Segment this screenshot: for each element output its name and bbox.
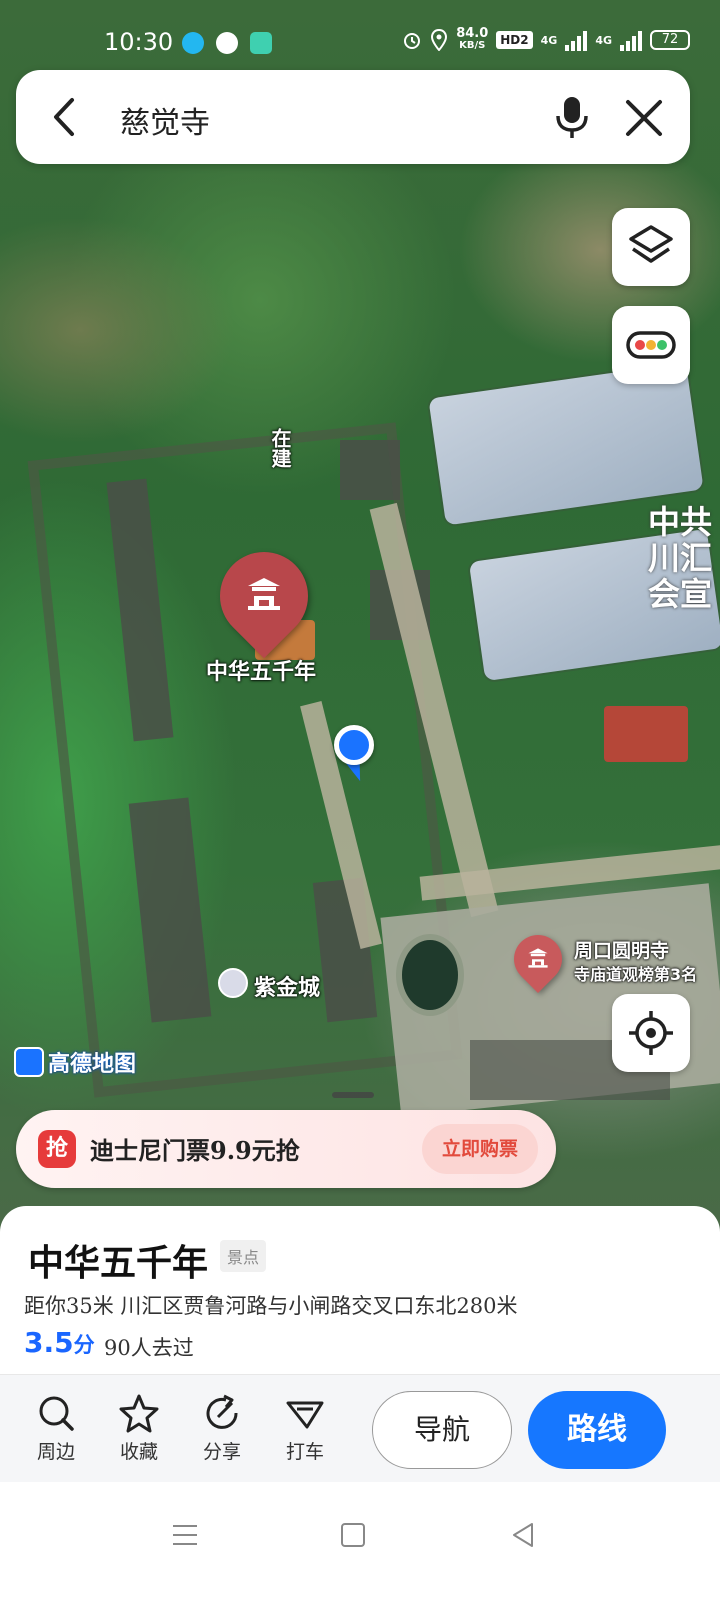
category-tag: 景点 (220, 1240, 267, 1272)
search-icon (39, 1396, 74, 1431)
battery-level: 72 (661, 32, 679, 47)
location-icon (431, 29, 448, 51)
back-arrow-icon[interactable] (44, 94, 88, 140)
rating-unit: 分 (73, 1333, 95, 1357)
visited-count: 90人去过 (104, 1336, 194, 1360)
taxi-icon (286, 1401, 324, 1429)
status-time: 10:30 (104, 28, 174, 56)
share-button[interactable]: 分享 (190, 1393, 254, 1464)
edge-label: 中共 川汇 会宣 (648, 504, 712, 612)
navigate-button[interactable]: 导航 (372, 1391, 512, 1469)
place-pin-secondary[interactable] (504, 925, 572, 993)
promo-badge: 抢 (38, 1130, 76, 1168)
traffic-icon (626, 331, 676, 359)
poi-small-marker[interactable] (218, 968, 248, 998)
star-icon (119, 1394, 159, 1433)
buy-ticket-button[interactable]: 立即购票 (422, 1124, 538, 1174)
wechat-icon (216, 32, 238, 54)
share-icon (206, 1394, 238, 1429)
rating-score: 3.5 (24, 1326, 74, 1359)
drag-handle[interactable] (332, 1092, 374, 1098)
speed-value: 84.0 (456, 26, 489, 41)
layers-icon (629, 225, 673, 263)
speed-unit: KB/S (459, 40, 486, 51)
brand-logo-text: 高德地图 (48, 1052, 137, 1077)
building (604, 706, 688, 762)
favorite-button[interactable]: 收藏 (107, 1393, 171, 1464)
brand-logo-mark (14, 1047, 44, 1077)
menu-icon[interactable] (170, 1520, 200, 1550)
pin-main-label[interactable]: 中华五千年 (206, 654, 316, 686)
place-title: 中华五千年 (28, 1242, 209, 1284)
close-icon[interactable] (622, 96, 666, 140)
search-bar[interactable]: 慈觉寺 (16, 70, 690, 164)
favorite-label: 收藏 (119, 1441, 158, 1463)
rating: 3.5分 (24, 1326, 95, 1359)
place-pin-main[interactable] (201, 533, 327, 659)
poi-secondary-desc[interactable]: 寺庙道观榜第3名 (574, 961, 697, 985)
temple-icon (528, 948, 548, 968)
nearby-button[interactable]: 周边 (24, 1393, 88, 1464)
route-button[interactable]: 路线 (528, 1391, 666, 1469)
nearby-label: 周边 (36, 1441, 75, 1463)
layers-button[interactable] (612, 208, 690, 286)
status-right: 84.0 KB/S HD2 4G 4G 72 (402, 26, 690, 52)
share-label: 分享 (202, 1441, 241, 1463)
net-label-2: 4G (595, 33, 612, 47)
status-bar: 10:30 84.0 KB/S HD2 4G 4G 72 (0, 24, 720, 64)
locate-icon (629, 1011, 673, 1055)
system-nav-bar (0, 1482, 720, 1600)
map-label-under-construction: 在建 (268, 428, 292, 468)
brand-logo: 高德地图 (14, 1046, 136, 1078)
hd-badge: HD2 (496, 31, 533, 49)
taxi-button[interactable]: 打车 (273, 1393, 337, 1464)
search-query[interactable]: 慈觉寺 (120, 98, 210, 142)
edge-label-line: 川汇 (648, 539, 713, 577)
locate-button[interactable] (612, 994, 690, 1072)
net-label-1: 4G (540, 33, 558, 47)
qq-icon (182, 32, 204, 54)
app-notification-icon (250, 32, 272, 54)
current-location-dot (334, 725, 374, 765)
action-bar: 周边 收藏 分享 打车 导航 路线 (0, 1374, 720, 1482)
place-detail-sheet[interactable]: 中华五千年 景点 距你35米 川汇区贾鲁河路与小闸路交叉口东北280米 3.5分… (0, 1206, 720, 1600)
edge-label-line: 中共 (648, 503, 713, 541)
taxi-label: 打车 (285, 1441, 324, 1463)
traffic-button[interactable] (612, 306, 690, 384)
alarm-icon (404, 33, 421, 49)
network-speed: 84.0 KB/S (456, 26, 489, 52)
signal-icon (620, 29, 642, 51)
poi-small-label[interactable]: 紫金城 (254, 970, 320, 1002)
promo-text: 迪士尼门票9.9元抢 (90, 1136, 300, 1165)
signal-icon (565, 29, 588, 51)
microphone-icon[interactable] (550, 94, 594, 140)
building (340, 440, 400, 500)
temple-icon (248, 578, 280, 610)
place-address: 距你35米 川汇区贾鲁河路与小闸路交叉口东北280米 (24, 1294, 518, 1318)
back-triangle-icon[interactable] (508, 1520, 538, 1550)
edge-label-line: 会宣 (648, 575, 713, 613)
pond (402, 940, 458, 1010)
promo-banner[interactable]: 抢 迪士尼门票9.9元抢 立即购票 (16, 1110, 556, 1188)
poi-secondary-name[interactable]: 周口圆明寺 (574, 936, 669, 963)
greenhouse-roof (428, 362, 704, 526)
battery-icon: 72 (650, 30, 690, 50)
home-square-icon[interactable] (338, 1520, 368, 1550)
